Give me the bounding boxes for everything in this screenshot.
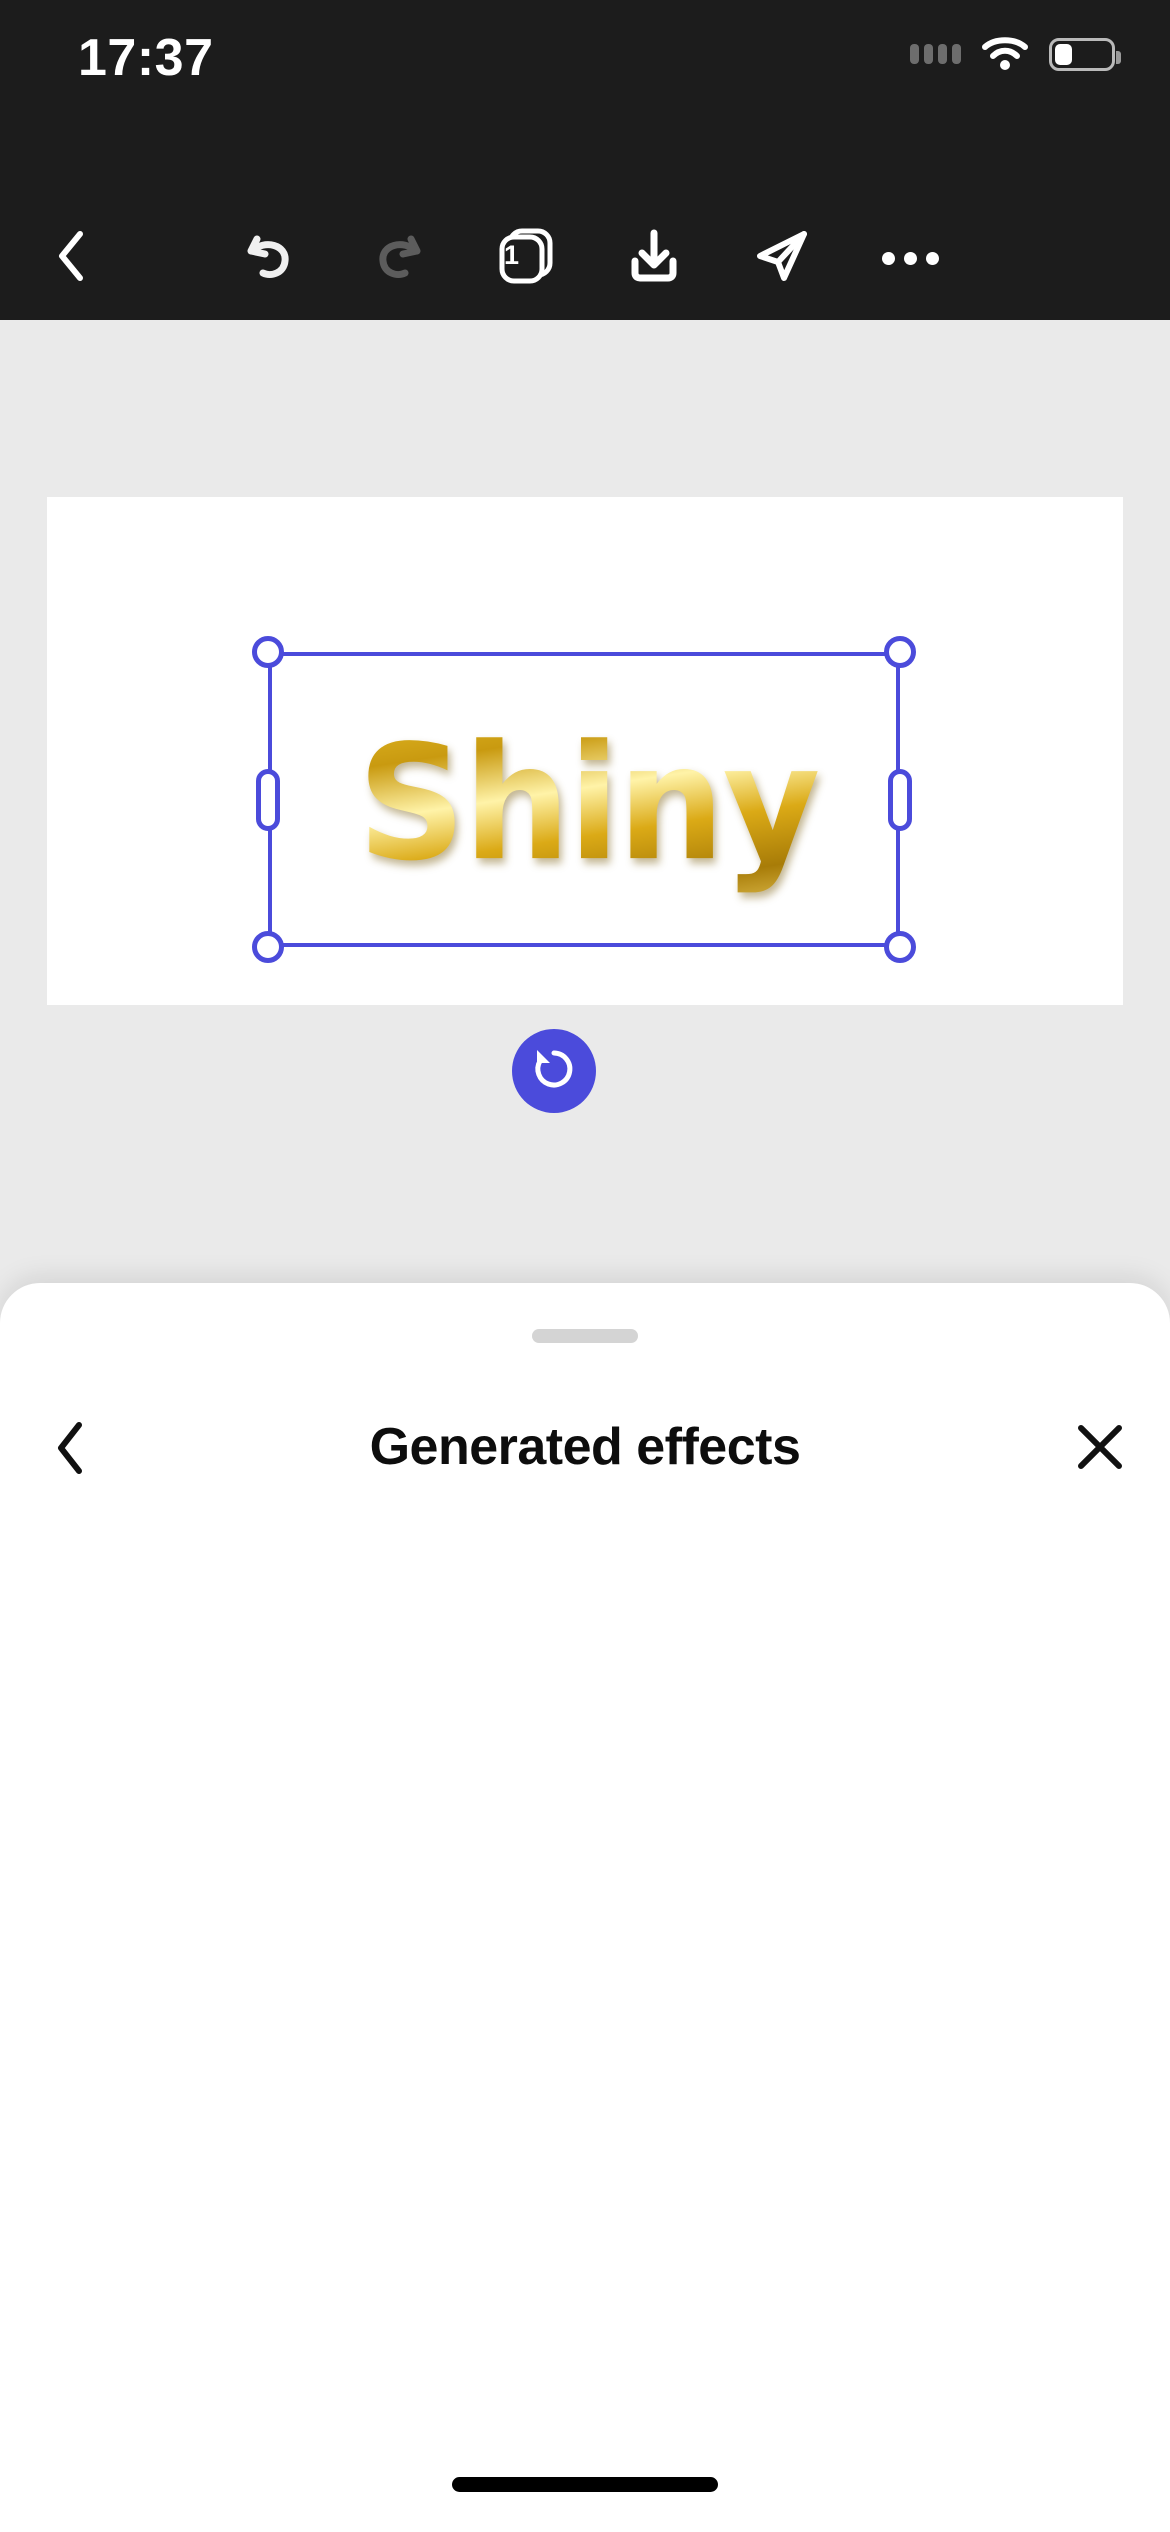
- app-screen: 17:37 1 Shiny Generated effects: [0, 0, 1170, 2532]
- sheet-back-button[interactable]: [32, 1411, 110, 1489]
- selection-frame[interactable]: Shiny: [252, 636, 916, 963]
- generated-effects-sheet: Generated effects Change font Ag: [0, 1283, 1170, 2532]
- toolbar-actions: 1: [224, 212, 956, 304]
- download-icon: [623, 225, 685, 292]
- more-horizontal-icon: [881, 251, 939, 265]
- share-paper-plane-icon: [750, 224, 814, 293]
- undo-icon: [239, 225, 301, 292]
- signal-dots-icon: [910, 44, 961, 64]
- home-indicator: [452, 2477, 718, 2492]
- share-button[interactable]: [736, 212, 828, 304]
- resize-handle-top-left[interactable]: [252, 636, 284, 668]
- editor-toolbar: 1: [0, 196, 1170, 320]
- artwork-text[interactable]: Shiny: [272, 647, 904, 960]
- more-options-button[interactable]: [864, 212, 956, 304]
- undo-button[interactable]: [224, 212, 316, 304]
- layers-button[interactable]: 1: [480, 212, 572, 304]
- status-bar-time: 17:37: [78, 29, 214, 87]
- status-bar: 17:37: [0, 0, 1170, 196]
- sheet-drag-handle[interactable]: [532, 1329, 638, 1343]
- close-x-icon: [1074, 1421, 1126, 1478]
- chevron-left-icon: [53, 1421, 89, 1480]
- resize-handle-right[interactable]: [888, 768, 912, 831]
- rotate-counterclockwise-icon: [529, 1044, 579, 1099]
- sheet-close-button[interactable]: [1060, 1409, 1140, 1489]
- resize-handle-bottom-left[interactable]: [252, 931, 284, 963]
- status-bar-indicators: [910, 36, 1121, 72]
- back-button[interactable]: [26, 212, 118, 304]
- redo-icon: [367, 225, 429, 292]
- resize-handle-left[interactable]: [256, 768, 280, 831]
- sheet-title: Generated effects: [369, 1418, 801, 1476]
- resize-handle-bottom-right[interactable]: [884, 931, 916, 963]
- sheet-header: Generated effects: [0, 1383, 1170, 1511]
- redo-button[interactable]: [352, 212, 444, 304]
- regenerate-button[interactable]: [512, 1029, 596, 1113]
- battery-icon: [1049, 37, 1121, 71]
- layers-count-badge: 1: [504, 240, 520, 270]
- download-button[interactable]: [608, 212, 700, 304]
- chevron-left-icon: [50, 229, 94, 288]
- wifi-icon: [981, 36, 1029, 72]
- resize-handle-top-right[interactable]: [884, 636, 916, 668]
- layers-icon: [493, 223, 559, 294]
